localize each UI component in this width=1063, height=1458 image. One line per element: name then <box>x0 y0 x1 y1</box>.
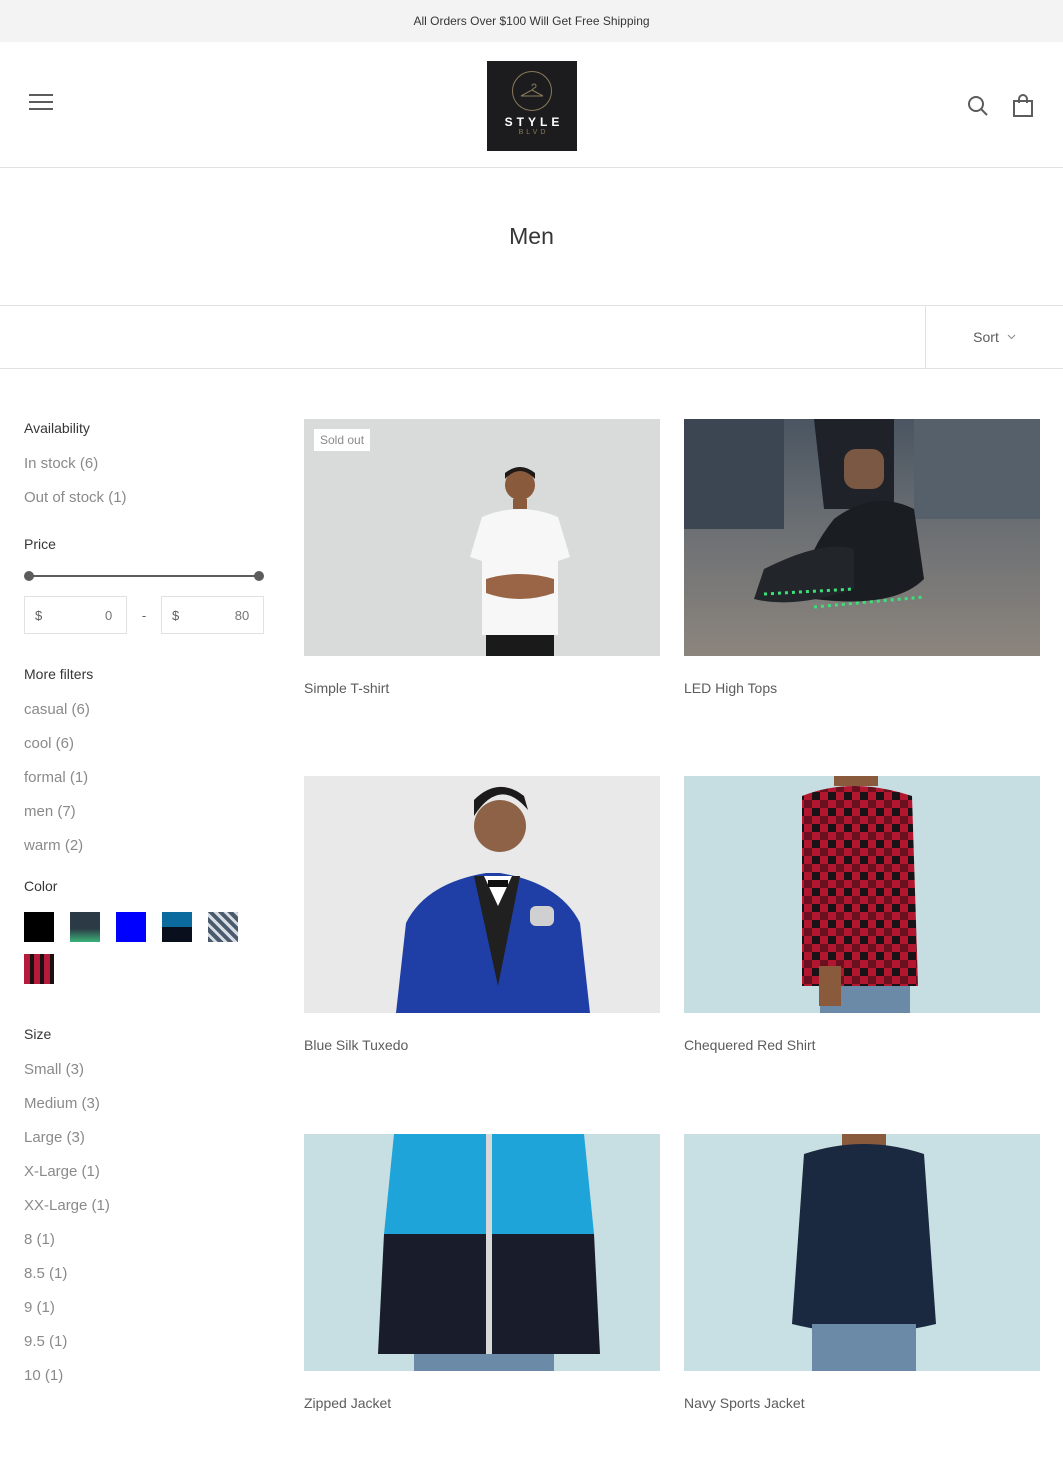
price-separator: - <box>141 607 147 623</box>
filter-size-9[interactable]: 9 (1) <box>24 1298 264 1318</box>
currency-symbol: $ <box>35 607 43 623</box>
more-filters: More filters casual (6) cool (6) formal … <box>24 666 264 856</box>
product-image[interactable]: Sold out <box>304 419 660 656</box>
price-slider-min-handle[interactable] <box>24 571 34 581</box>
filter-size-medium[interactable]: Medium (3) <box>24 1094 264 1114</box>
product-card[interactable]: Chequered Red Shirt <box>684 776 1040 1053</box>
filter-size-8-5[interactable]: 8.5 (1) <box>24 1264 264 1284</box>
filter-size-10[interactable]: 10 (1) <box>24 1366 264 1386</box>
announcement-text: All Orders Over $100 Will Get Free Shipp… <box>413 14 650 28</box>
filter-warm[interactable]: warm (2) <box>24 836 264 856</box>
color-swatch-red-check[interactable] <box>24 954 54 984</box>
filter-out-of-stock[interactable]: Out of stock (1) <box>24 488 264 508</box>
collection-header: Men <box>0 168 1063 306</box>
product-title[interactable]: Zipped Jacket <box>304 1395 660 1411</box>
product-image[interactable] <box>684 776 1040 1013</box>
filter-size-small[interactable]: Small (3) <box>24 1060 264 1080</box>
page-title: Men <box>509 223 554 249</box>
hanger-icon <box>512 71 552 111</box>
price-slider-max-handle[interactable] <box>254 571 264 581</box>
filter-formal[interactable]: formal (1) <box>24 768 264 788</box>
color-filter: Color <box>24 878 264 984</box>
shopping-bag-icon[interactable] <box>1011 94 1035 118</box>
filter-size-x-large[interactable]: X-Large (1) <box>24 1162 264 1182</box>
filter-casual[interactable]: casual (6) <box>24 700 264 720</box>
price-min-field[interactable]: $ <box>24 596 127 634</box>
price-max-field[interactable]: $ <box>161 596 264 634</box>
product-image[interactable] <box>684 419 1040 656</box>
product-card[interactable]: Sold out Simple T-shirt <box>304 419 660 696</box>
product-title[interactable]: Chequered Red Shirt <box>684 1037 1040 1053</box>
currency-symbol: $ <box>172 607 180 623</box>
product-image[interactable] <box>684 1134 1040 1371</box>
logo-subtitle: BLVD <box>518 129 549 136</box>
filter-size-xx-large[interactable]: XX-Large (1) <box>24 1196 264 1216</box>
filter-size-9-5[interactable]: 9.5 (1) <box>24 1332 264 1352</box>
sold-out-badge: Sold out <box>314 429 371 451</box>
availability-title: Availability <box>24 420 90 436</box>
collection-toolbar: Sort <box>0 306 1063 369</box>
site-header: STYLE BLVD <box>0 42 1063 168</box>
color-swatch-blue[interactable] <box>116 912 146 942</box>
sort-label: Sort <box>973 329 999 345</box>
filter-size-8[interactable]: 8 (1) <box>24 1230 264 1250</box>
filter-size-large[interactable]: Large (3) <box>24 1128 264 1148</box>
price-filter: Price $ - $ <box>24 536 264 634</box>
color-swatch-patterned[interactable] <box>208 912 238 942</box>
product-image[interactable] <box>304 776 660 1013</box>
filter-in-stock[interactable]: In stock (6) <box>24 454 264 474</box>
product-title[interactable]: Navy Sports Jacket <box>684 1395 1040 1411</box>
filter-men[interactable]: men (7) <box>24 802 264 822</box>
color-swatch-blue-navy[interactable] <box>162 912 192 942</box>
logo-wordmark: STYLE <box>504 115 564 129</box>
search-icon[interactable] <box>966 94 990 118</box>
color-title: Color <box>24 878 58 894</box>
product-card[interactable]: LED High Tops <box>684 419 1040 696</box>
color-swatch-black[interactable] <box>24 912 54 942</box>
hamburger-menu-icon[interactable] <box>29 94 55 114</box>
store-logo[interactable]: STYLE BLVD <box>487 61 577 151</box>
product-card[interactable]: Blue Silk Tuxedo <box>304 776 660 1053</box>
filter-cool[interactable]: cool (6) <box>24 734 264 754</box>
product-image[interactable] <box>304 1134 660 1371</box>
product-title[interactable]: Blue Silk Tuxedo <box>304 1037 660 1053</box>
price-max-input[interactable] <box>179 607 250 623</box>
price-slider-track <box>29 575 259 577</box>
product-card[interactable]: Navy Sports Jacket <box>684 1134 1040 1411</box>
chevron-down-icon <box>1007 334 1016 340</box>
announcement-bar: All Orders Over $100 Will Get Free Shipp… <box>0 0 1063 42</box>
price-title: Price <box>24 536 56 552</box>
product-title[interactable]: Simple T-shirt <box>304 680 660 696</box>
product-card[interactable]: Zipped Jacket <box>304 1134 660 1411</box>
price-min-input[interactable] <box>42 607 113 623</box>
sort-button[interactable]: Sort <box>925 306 1063 368</box>
filter-sidebar: Availability In stock (6) Out of stock (… <box>24 420 264 1414</box>
size-filter: Size Small (3) Medium (3) Large (3) X-La… <box>24 1026 264 1386</box>
product-title[interactable]: LED High Tops <box>684 680 1040 696</box>
availability-filter: Availability In stock (6) Out of stock (… <box>24 420 264 508</box>
size-title: Size <box>24 1026 52 1042</box>
more-filters-title: More filters <box>24 666 94 682</box>
color-swatch-dark-teal[interactable] <box>70 912 100 942</box>
price-range-slider[interactable] <box>24 570 264 582</box>
